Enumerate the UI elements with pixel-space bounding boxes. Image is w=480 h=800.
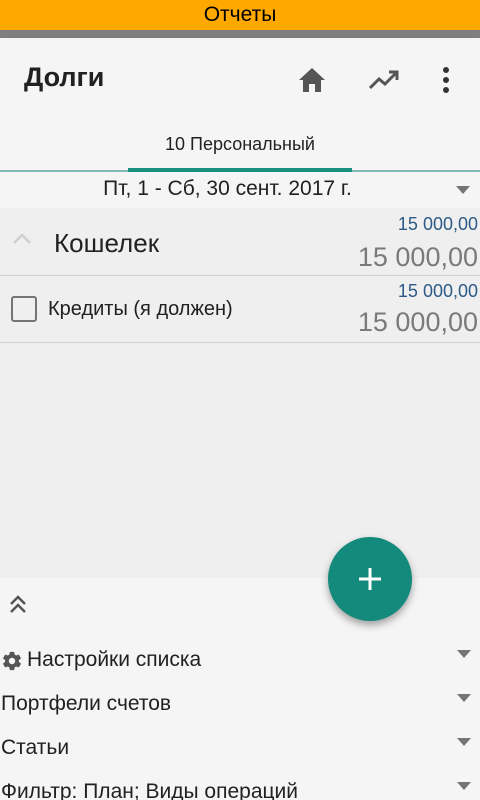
more-options-button[interactable] — [426, 60, 466, 100]
app-bar: Долги — [0, 38, 480, 122]
item-checkbox[interactable] — [11, 296, 37, 322]
categories-item[interactable]: Статьи — [0, 728, 480, 768]
add-button[interactable] — [328, 537, 412, 621]
home-icon — [299, 68, 325, 92]
plus-icon — [359, 568, 381, 590]
filter-item[interactable]: Фильтр: План; Виды операций — [0, 772, 480, 800]
list-item[interactable]: Кредиты (я должен) 15 000,00 15 000,00 — [0, 276, 480, 343]
dropdown-arrow-icon — [457, 738, 471, 746]
categories-label: Статьи — [1, 736, 70, 759]
group-amount-small: 15 000,00 — [397, 214, 478, 234]
settings-panel: Настройки списка Портфели счетов Статьи … — [0, 578, 480, 800]
list-settings-label: Настройки списка — [27, 648, 202, 671]
gear-icon — [3, 651, 21, 671]
more-vertical-icon — [443, 67, 449, 93]
account-portfolios-item[interactable]: Портфели счетов — [0, 684, 480, 724]
period-label: Пт, 1 - Сб, 30 сент. 2017 г. — [103, 177, 352, 200]
dropdown-arrow-icon — [457, 694, 471, 702]
page-title: Долги — [24, 62, 105, 92]
tab-label: 10 Персональный — [165, 134, 315, 154]
dropdown-arrow-icon — [457, 650, 471, 658]
debts-list: Кошелек 15 000,00 15 000,00 Кредиты (я д… — [0, 208, 480, 578]
account-portfolios-label: Портфели счетов — [1, 692, 172, 715]
status-divider — [0, 30, 480, 38]
group-amount-big: 15 000,00 — [357, 242, 478, 272]
tab-personal[interactable]: 10 Персональный — [128, 134, 352, 172]
tab-bar: 10 Персональный — [0, 122, 480, 172]
status-bar: Отчеты — [0, 0, 480, 30]
item-amount-small: 15 000,00 — [397, 281, 478, 301]
filter-label: Фильтр: План; Виды операций — [1, 780, 299, 800]
home-button[interactable] — [292, 60, 332, 100]
dropdown-arrow-icon — [456, 186, 470, 194]
trend-button[interactable] — [364, 60, 404, 100]
double-chevron-up-icon — [10, 595, 26, 613]
item-amount-big: 15 000,00 — [357, 307, 478, 337]
list-settings-item[interactable]: Настройки списка — [0, 640, 480, 680]
dropdown-arrow-icon — [457, 782, 471, 790]
period-selector[interactable]: Пт, 1 - Сб, 30 сент. 2017 г. — [0, 172, 480, 208]
item-name: Кредиты (я должен) — [48, 298, 233, 320]
group-name: Кошелек — [54, 228, 160, 258]
chevron-up-icon — [13, 233, 31, 244]
status-bar-title: Отчеты — [203, 3, 277, 26]
group-row-wallet[interactable]: Кошелек 15 000,00 15 000,00 — [0, 208, 480, 276]
expand-panel-button[interactable] — [8, 594, 28, 619]
trending-up-icon — [368, 70, 399, 90]
